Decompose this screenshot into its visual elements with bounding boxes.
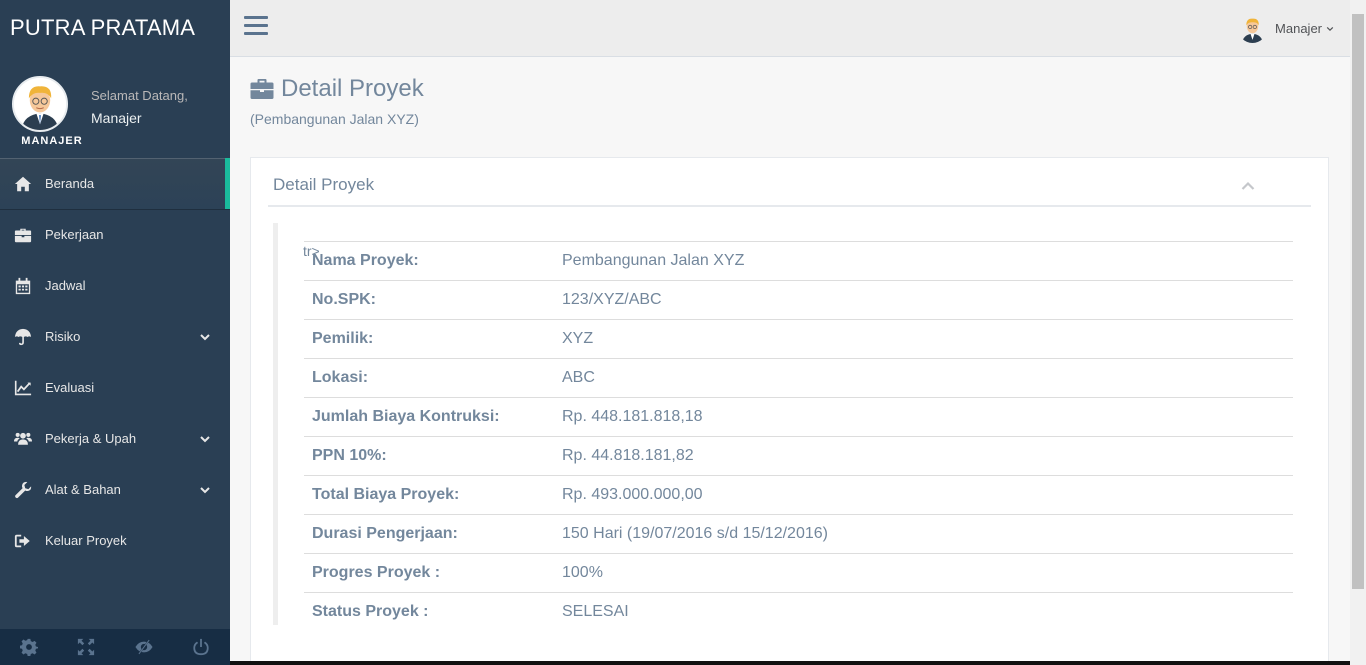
table-row: Jumlah Biaya Kontruksi: Rp. 448.181.818,1… — [304, 397, 1293, 437]
detail-value: 100% — [554, 553, 1293, 593]
fullscreen-icon — [78, 638, 95, 656]
collapse-button[interactable] — [1241, 178, 1255, 192]
role-label: MANAJER — [21, 135, 83, 147]
briefcase-icon — [0, 226, 45, 244]
users-icon — [0, 430, 45, 448]
detail-value: Pembangunan Jalan XYZ — [554, 241, 1293, 281]
user-name: Manajer — [1275, 21, 1322, 36]
fullscreen-button[interactable] — [58, 629, 116, 665]
logout-button[interactable] — [173, 629, 231, 665]
welcome-username: Manajer — [91, 110, 142, 126]
chevron-down-icon[interactable] — [200, 330, 210, 341]
sidebar-item-risiko[interactable]: Risiko — [0, 311, 230, 362]
scrollbar[interactable] — [1350, 0, 1366, 665]
panel-header: Detail Proyek — [268, 158, 1311, 207]
sign-out-icon — [0, 532, 45, 550]
sidebar-item-label: Keluar Proyek — [45, 533, 127, 548]
detail-value: SELESAI — [554, 592, 1293, 632]
detail-value: ABC — [554, 358, 1293, 398]
sidebar-item-evaluasi[interactable]: Evaluasi — [0, 362, 230, 413]
sidebar-item-label: Pekerjaan — [45, 227, 104, 242]
bottom-edge — [230, 661, 1350, 665]
page-title: Detail Proyek — [250, 75, 424, 103]
hamburger-icon — [244, 16, 268, 19]
sidebar-item-pekerjaan[interactable]: Pekerjaan — [0, 209, 230, 260]
detail-label: Durasi Pengerjaan: — [304, 514, 554, 554]
sidebar-item-label: Alat & Bahan — [45, 482, 121, 497]
brand-title[interactable]: PUTRA PRATAMA — [0, 0, 230, 57]
eye-slash-icon — [135, 639, 153, 655]
detail-panel: Detail Proyek Nama Proyek: Pembangunan Ja… — [250, 157, 1329, 665]
table-row: Pemilik: XYZ — [304, 319, 1293, 359]
chevron-down-icon[interactable] — [200, 483, 210, 494]
detail-label: PPN 10%: — [304, 436, 554, 476]
sidebar-item-label: Pekerja & Upah — [45, 431, 137, 446]
user-avatar — [1238, 14, 1268, 43]
detail-value: XYZ — [554, 319, 1293, 359]
table-row: Nama Proyek: Pembangunan Jalan XYZ — [304, 241, 1293, 281]
user-dropdown[interactable]: Manajer — [1238, 14, 1334, 43]
table-row: Progres Proyek :100% — [304, 553, 1293, 593]
sidebar-item-label: Risiko — [45, 329, 81, 344]
hamburger-icon — [244, 24, 268, 27]
sidebar-item-label: Jadwal — [45, 278, 86, 293]
detail-blockquote: Nama Proyek: Pembangunan Jalan XYZ No.SPK:… — [273, 223, 1293, 632]
sidebar-item-label: Beranda — [45, 176, 95, 191]
table-row: No.SPK: 123/XYZ/ABC — [304, 280, 1293, 320]
panel-title: Detail Proyek — [273, 175, 375, 194]
table-row: Status Proyek : SELESAI — [304, 592, 1293, 632]
detail-label: Total Biaya Proyek: — [304, 475, 554, 515]
detail-value: Rp. 448.181.818,18 — [554, 397, 1293, 437]
top-navbar: Manajer — [230, 0, 1350, 57]
sidebar-item-beranda[interactable]: Beranda — [0, 158, 230, 209]
chevron-down-icon — [1326, 26, 1334, 31]
page-title-text: Detail Proyek — [281, 75, 424, 102]
wrench-icon — [0, 481, 45, 499]
calendar-icon — [0, 277, 45, 295]
main-content: Detail Proyek (Pembangunan Jalan XYZ) De… — [230, 57, 1350, 665]
detail-label: Pemilik: — [304, 319, 554, 359]
menu-toggle-button[interactable] — [244, 16, 268, 38]
detail-label: Lokasi: — [304, 358, 554, 398]
page-subtitle: (Pembangunan Jalan XYZ) — [250, 111, 419, 127]
detail-value: Rp. 44.818.181,82 — [554, 436, 1293, 476]
chevron-down-icon[interactable] — [200, 432, 210, 443]
briefcase-icon — [250, 79, 274, 99]
sidebar-footer — [0, 629, 230, 665]
table-row: Total Biaya Proyek: Rp. 493.000.000,00 — [304, 475, 1293, 515]
sidebar-item-keluar-proyek[interactable]: Keluar Proyek — [0, 515, 230, 566]
profile-section: MANAJER Selamat Datang, Manajer — [0, 57, 230, 158]
sidebar-item-label: Evaluasi — [45, 380, 95, 395]
chevron-up-icon — [1241, 181, 1255, 190]
scrollbar-thumb[interactable] — [1352, 14, 1364, 589]
line-chart-icon — [0, 379, 45, 397]
lock-button[interactable] — [115, 629, 173, 665]
table-row: Lokasi: ABC — [304, 358, 1293, 398]
sidebar: PUTRA PRATAMA MANAJER Selamat Datang, Ma… — [0, 0, 230, 665]
avatar — [12, 76, 68, 132]
detail-label: Jumlah Biaya Kontruksi: — [304, 397, 554, 437]
sidebar-nav: Beranda Pekerjaan Jadwal Risiko Evaluasi… — [0, 158, 230, 566]
detail-label: Status Proyek : — [304, 592, 554, 632]
sidebar-item-alat-bahan[interactable]: Alat & Bahan — [0, 464, 230, 515]
sidebar-item-jadwal[interactable]: Jadwal — [0, 260, 230, 311]
table-row: PPN 10%: Rp. 44.818.181,82 — [304, 436, 1293, 476]
detail-value: 150 Hari (19/07/2016 s/d 15/12/2016) — [554, 514, 1293, 554]
project-detail-table: Nama Proyek: Pembangunan Jalan XYZ No.SPK:… — [304, 241, 1293, 632]
table-row: Durasi Pengerjaan: 150 Hari (19/07/2016 s… — [304, 514, 1293, 554]
stray-text: tr> — [303, 243, 320, 259]
detail-value: 123/XYZ/ABC — [554, 280, 1293, 320]
home-icon — [0, 175, 45, 193]
power-icon — [193, 638, 209, 656]
gear-icon — [19, 638, 38, 656]
detail-label: Nama Proyek: — [304, 241, 554, 281]
detail-label: No.SPK: — [304, 280, 554, 320]
detail-value: Rp. 493.000.000,00 — [554, 475, 1293, 515]
sidebar-item-pekerja-upah[interactable]: Pekerja & Upah — [0, 413, 230, 464]
welcome-text: Selamat Datang, — [91, 88, 188, 103]
umbrella-icon — [0, 328, 45, 346]
detail-label: Progres Proyek : — [304, 553, 554, 593]
settings-button[interactable] — [0, 629, 58, 665]
hamburger-icon — [244, 32, 268, 35]
